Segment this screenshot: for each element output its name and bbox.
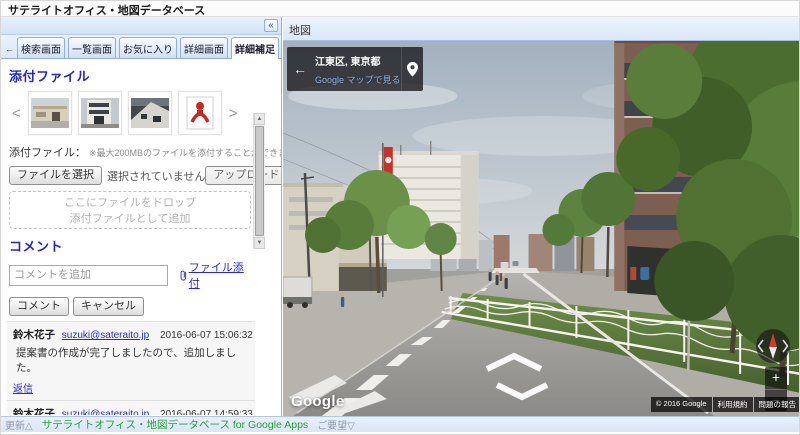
comment-submit-button[interactable]: コメント	[9, 297, 69, 316]
tab-detail-supplement[interactable]: 詳細補足	[231, 37, 279, 59]
building-photo-2	[80, 98, 119, 128]
tab-list[interactable]: 一覧画面	[68, 37, 116, 58]
street-view-viewport: ← 江東区, 東京都 Google マップで見る + Google © 2016…	[283, 41, 799, 416]
tab-favorites[interactable]: お気に入り	[119, 37, 177, 58]
map-header-label: 地図	[283, 17, 799, 41]
choose-file-button[interactable]: ファイルを選択	[9, 166, 102, 185]
address-text: 江東区, 東京都 Google マップで見る	[313, 47, 401, 91]
back-arrow-icon[interactable]: ←	[287, 47, 313, 91]
scroll-down-icon[interactable]: ▼	[254, 237, 265, 249]
carousel-next-icon[interactable]: >	[228, 105, 239, 122]
copyright-bar: © 2016 Google 利用規約 問題の報告	[650, 397, 799, 412]
comment-author: 鈴木花子	[13, 408, 55, 415]
attachments-heading: 添付ファイル	[9, 69, 91, 84]
carousel-prev-icon[interactable]: <	[11, 105, 22, 122]
attachment-thumbnail-photo-3[interactable]	[127, 91, 172, 135]
comment-attach-label: ファイル添付	[188, 262, 244, 290]
comment-reply-link[interactable]: 返信	[13, 384, 33, 395]
collapse-panel-icon[interactable]: «	[264, 19, 278, 32]
comment-body: 提案書の作成が完了しましたので、追加しました。	[16, 347, 237, 374]
chevron-up-icon[interactable]	[485, 352, 543, 372]
left-panel: « ← 検索画面 一覧画面 お気に入り 詳細画面 詳細補足 → 添付ファイル <	[1, 17, 294, 416]
tab-search[interactable]: 検索画面	[17, 37, 65, 58]
building-photo-3	[130, 98, 169, 128]
terms-link[interactable]: 利用規約	[712, 397, 753, 412]
attachment-thumbnail-photo-1[interactable]	[27, 91, 72, 135]
address-card: ← 江東区, 東京都 Google マップで見る	[287, 47, 423, 91]
comment-author: 鈴木花子	[13, 329, 55, 341]
comment-attach-link[interactable]: ファイル添付	[179, 259, 251, 291]
building-photo-1	[30, 98, 69, 128]
zoom-in-button[interactable]: +	[765, 367, 787, 389]
file-select-row: ファイルを選択 選択されていません アップロード	[9, 166, 281, 185]
comment-cancel-button[interactable]: キャンセル	[73, 297, 144, 316]
google-logo: Google	[291, 393, 345, 410]
tabs-prev-icon[interactable]: ←	[2, 40, 17, 58]
comment-email-link[interactable]: suzuki@sateraito.jp	[62, 409, 149, 415]
panel-content: 添付ファイル < > 添付ファイル： ※最大200MBのファイルを添付することが…	[1, 59, 281, 415]
panel-subheader: «	[1, 17, 281, 35]
map-pin-icon	[401, 47, 423, 91]
no-file-selected-text: 選択されていません	[107, 170, 206, 183]
address-title: 江東区, 東京都	[315, 57, 381, 68]
scroll-up-icon[interactable]: ▲	[254, 113, 265, 125]
paperclip-icon	[180, 270, 187, 281]
tab-detail[interactable]: 詳細画面	[180, 37, 228, 58]
map-panel: 地図 ← 江東区, 東京都 Google マップで見る + Google © 2…	[283, 17, 799, 416]
open-google-maps-link[interactable]: Google マップで見る	[315, 73, 401, 86]
comment-email-link[interactable]: suzuki@sateraito.jp	[62, 330, 149, 341]
comments-heading: コメント	[9, 239, 64, 254]
tab-bar: ← 検索画面 一覧画面 お気に入り 詳細画面 詳細補足 →	[1, 35, 294, 59]
comment-timestamp: 2016-06-07 14:59:33	[159, 409, 253, 415]
copyright-text: © 2016 Google	[650, 397, 712, 412]
dropzone-line1: ここにファイルをドロップ	[64, 197, 196, 209]
comment-item: 鈴木花子 suzuki@sateraito.jp 2016-06-07 15:0…	[7, 321, 255, 400]
comment-header: 鈴木花子 suzuki@sateraito.jp 2016-06-07 14:5…	[13, 406, 253, 415]
attachment-thumbnail-pdf[interactable]	[177, 91, 222, 135]
footer-bar: 更新△ サテライトオフィス・地図データベース for Google Apps ご…	[1, 416, 799, 432]
comment-button-row: コメント キャンセル	[9, 297, 251, 316]
file-dropzone[interactable]: ここにファイルをドロップ 添付ファイルとして追加	[9, 191, 251, 229]
window-title: サテライトオフィス・地図データベース	[1, 1, 799, 17]
comment-input-row: ファイル添付	[9, 259, 251, 291]
comment-input[interactable]	[9, 264, 169, 286]
attachments-scrollbar[interactable]: ▲ ▼	[253, 113, 265, 249]
upload-button[interactable]: アップロード	[205, 166, 281, 185]
app-window: サテライトオフィス・地図データベース « ← 検索画面 一覧画面 お気に入り 詳…	[0, 0, 800, 435]
pdf-file-icon	[186, 96, 214, 130]
attachment-thumbnail-photo-2[interactable]	[77, 91, 122, 135]
street-view-navigation	[481, 347, 551, 403]
footer-app-title: サテライトオフィス・地図データベース for Google Apps	[41, 419, 309, 431]
scrollbar-thumb[interactable]	[255, 126, 264, 236]
compass-icon[interactable]	[753, 326, 793, 366]
attachment-carousel: < >	[11, 91, 251, 135]
comment-header: 鈴木花子 suzuki@sateraito.jp 2016-06-07 15:0…	[13, 327, 253, 342]
footer-update-toggle[interactable]: 更新△	[5, 417, 33, 432]
chevron-down-icon[interactable]	[495, 382, 549, 401]
attachment-field-row: 添付ファイル： ※最大200MBのファイルを添付することができます	[9, 143, 281, 161]
comment-timestamp: 2016-06-07 15:06:32	[159, 330, 253, 341]
comment-item: 鈴木花子 suzuki@sateraito.jp 2016-06-07 14:5…	[7, 400, 255, 415]
report-problem-link[interactable]: 問題の報告	[753, 397, 799, 412]
dropzone-line2: 添付ファイルとして追加	[69, 213, 191, 225]
footer-request-toggle[interactable]: ご要望▽	[317, 417, 355, 432]
attachment-field-label: 添付ファイル：	[9, 147, 86, 159]
